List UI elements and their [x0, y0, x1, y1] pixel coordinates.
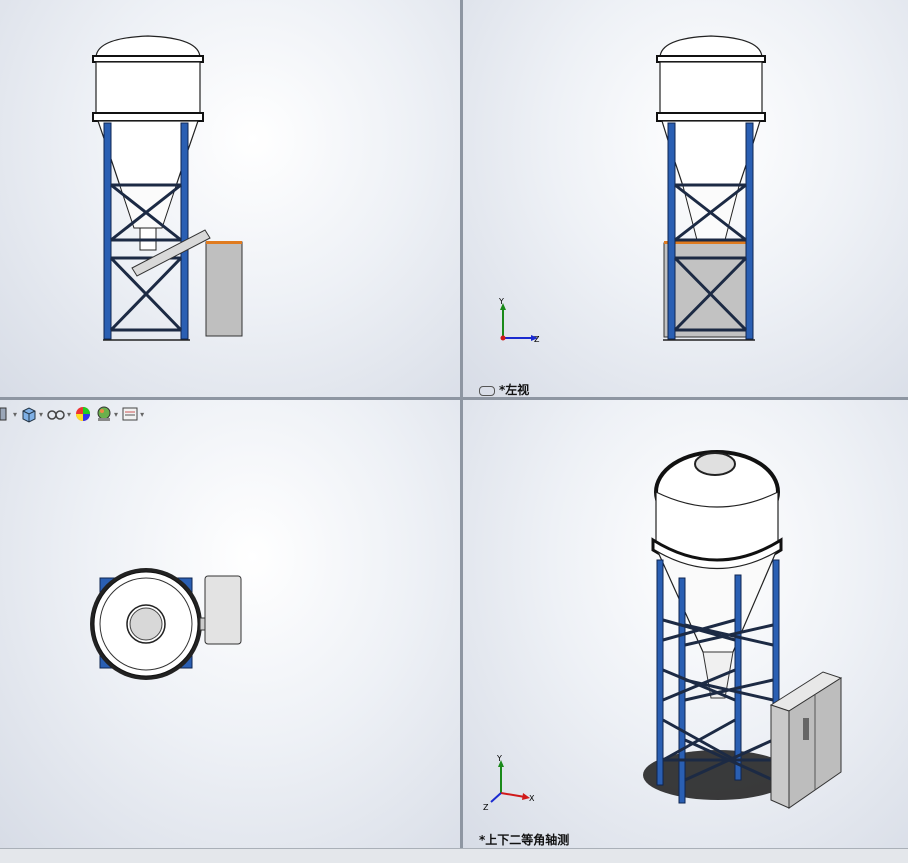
iso-manhole — [694, 452, 736, 476]
iso-coordinate-triad: Y X Z — [483, 754, 535, 812]
edit-appearance-icon — [76, 407, 91, 421]
svg-text:Z: Z — [483, 803, 489, 812]
tank-cone-lower — [119, 185, 177, 229]
apply-scene-button[interactable]: ▾ — [95, 404, 118, 424]
hide-show-icon — [47, 410, 65, 420]
tank-top-flange — [92, 55, 204, 63]
viewport-top[interactable]: ▾ ▾ ▾ ▾ ▾ — [0, 400, 460, 848]
leg-left — [103, 122, 112, 340]
graphics-area: Y Z *左视 ▾ ▾ ▾ ▾ ▾ Y X Z *上下二等角轴测 — [0, 0, 908, 863]
viewport-splitter-vertical[interactable] — [460, 0, 463, 848]
viewport-front[interactable] — [0, 0, 460, 397]
front-view-model — [92, 35, 243, 341]
view-name-left: *左视 — [479, 381, 529, 397]
status-bar — [0, 848, 908, 863]
viewport-left[interactable]: Y Z *左视 — [463, 0, 908, 397]
cabinet-top-edge — [206, 241, 242, 244]
triad-z-label: Z — [534, 335, 540, 344]
control-cabinet — [205, 241, 243, 337]
edit-appearance-button[interactable] — [74, 404, 92, 424]
view-settings-button[interactable]: ▾ — [121, 404, 144, 424]
top-view-model — [90, 568, 242, 680]
heads-up-toolbar: ▾ ▾ ▾ ▾ ▾ — [0, 403, 144, 425]
view-name-isometric: *上下二等角轴测 — [479, 833, 570, 847]
hide-show-button[interactable]: ▾ — [46, 404, 71, 424]
svg-text:Y: Y — [496, 754, 502, 763]
link-icon — [479, 385, 495, 396]
control-cabinet-top — [204, 575, 242, 645]
viewport-isometric[interactable]: Y X Z *上下二等角轴测 — [463, 400, 908, 848]
coordinate-triad: Y Z — [498, 297, 540, 344]
leg-right — [180, 122, 189, 340]
isometric-view-model: Y X Z — [483, 450, 843, 812]
display-style-icon — [0, 407, 7, 421]
view-orientation-button[interactable]: ▾ — [20, 404, 43, 424]
tank-body — [95, 61, 201, 117]
svg-text:X: X — [529, 794, 535, 803]
apply-scene-icon — [97, 406, 111, 421]
tank-dome — [95, 35, 201, 59]
display-style-button[interactable]: ▾ — [0, 404, 17, 424]
viewport-splitter-horizontal[interactable] — [0, 397, 908, 400]
view-settings-icon — [122, 407, 138, 421]
triad-y-label: Y — [498, 297, 504, 306]
view-orientation-icon — [22, 407, 36, 423]
tank-mid-flange — [92, 112, 204, 122]
left-view-model: Y Z — [498, 35, 766, 344]
